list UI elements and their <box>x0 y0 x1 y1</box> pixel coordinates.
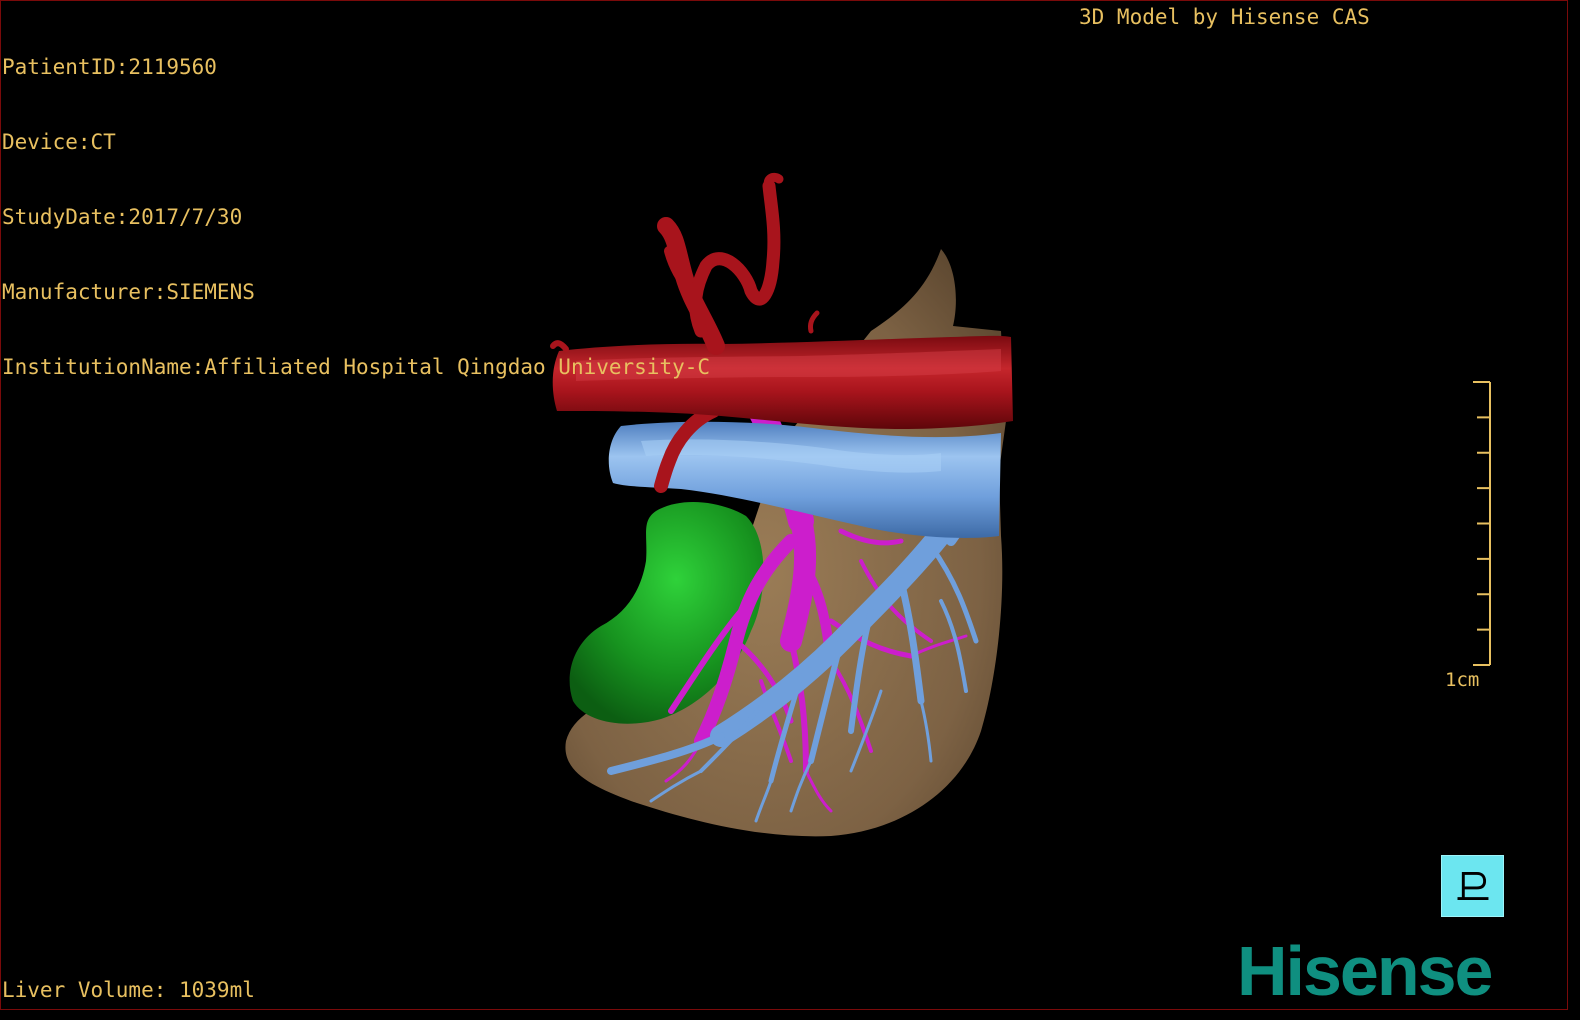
device-text: Device:CT <box>2 130 116 154</box>
orientation-letter-p-icon <box>1457 871 1489 901</box>
manufacturer-text: Manufacturer:SIEMENS <box>2 280 255 304</box>
patient-info-block: PatientID:2119560 Device:CT StudyDate:20… <box>2 5 710 430</box>
hisense-logo: Hisense <box>1237 932 1493 1010</box>
scale-bar <box>1473 381 1491 666</box>
study-date-text: StudyDate:2017/7/30 <box>2 205 243 229</box>
institution-name-text: InstitutionName:Affiliated Hospital Qing… <box>2 355 711 379</box>
orientation-cube-icon[interactable] <box>1441 855 1504 917</box>
model-credit-text: 3D Model by Hisense CAS <box>1079 5 1370 29</box>
patient-id-text: PatientID:2119560 <box>2 55 217 79</box>
scale-bar-label: 1cm <box>1445 669 1480 691</box>
3d-render-viewport[interactable]: PatientID:2119560 Device:CT StudyDate:20… <box>0 0 1568 1010</box>
liver-volume-readout: Liver Volume: 1039ml <box>2 978 255 1002</box>
